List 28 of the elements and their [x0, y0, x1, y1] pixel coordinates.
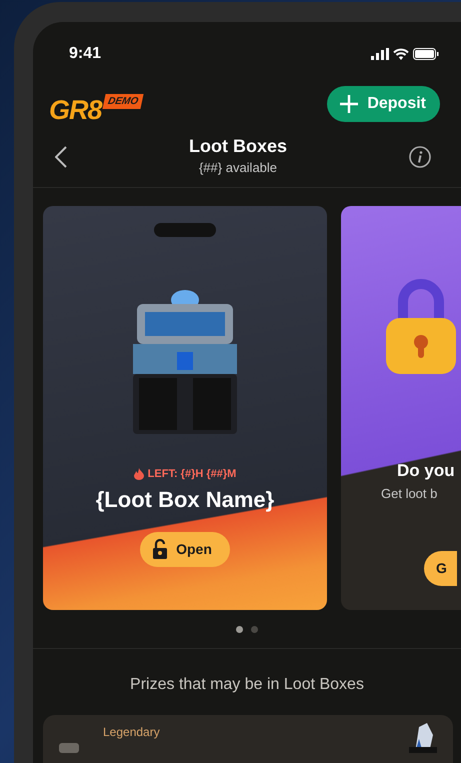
demo-badge: DEMO — [102, 94, 144, 109]
available-count: {##} available — [198, 158, 278, 177]
card-slot — [154, 223, 216, 237]
promo-card[interactable]: Do you Get loot b G — [341, 206, 461, 610]
loot-box-card[interactable]: LEFT: {#}H {##}M {Loot Box Name} Open — [43, 206, 327, 610]
section-title: Prizes that may be in Loot Boxes — [129, 675, 365, 695]
time-left: LEFT: {#}H {##}M — [148, 467, 236, 482]
battery-icon — [413, 48, 439, 60]
status-time: 9:41 — [69, 44, 102, 64]
signal-icon — [371, 48, 389, 60]
page-dot[interactable] — [236, 626, 243, 632]
loot-box-name: {Loot Box Name} — [96, 486, 274, 514]
deposit-button[interactable]: Deposit — [327, 86, 440, 122]
wifi-icon — [393, 48, 409, 60]
promo-button[interactable]: G — [424, 551, 457, 586]
page-dot[interactable] — [251, 626, 258, 632]
plus-icon — [339, 94, 360, 114]
open-button[interactable]: Open — [140, 532, 230, 566]
prize-card[interactable]: Legendary — [43, 715, 453, 763]
padlock-icon — [152, 539, 168, 559]
back-icon[interactable] — [55, 146, 67, 168]
promo-title: Do you — [397, 460, 456, 482]
app-logo: GR8 — [49, 94, 102, 127]
promo-text: Get loot b — [381, 484, 438, 502]
flame-icon — [134, 468, 144, 480]
page-title: Loot Boxes — [188, 136, 287, 158]
info-icon[interactable] — [408, 146, 431, 168]
tier-label: Legendary — [103, 724, 160, 741]
